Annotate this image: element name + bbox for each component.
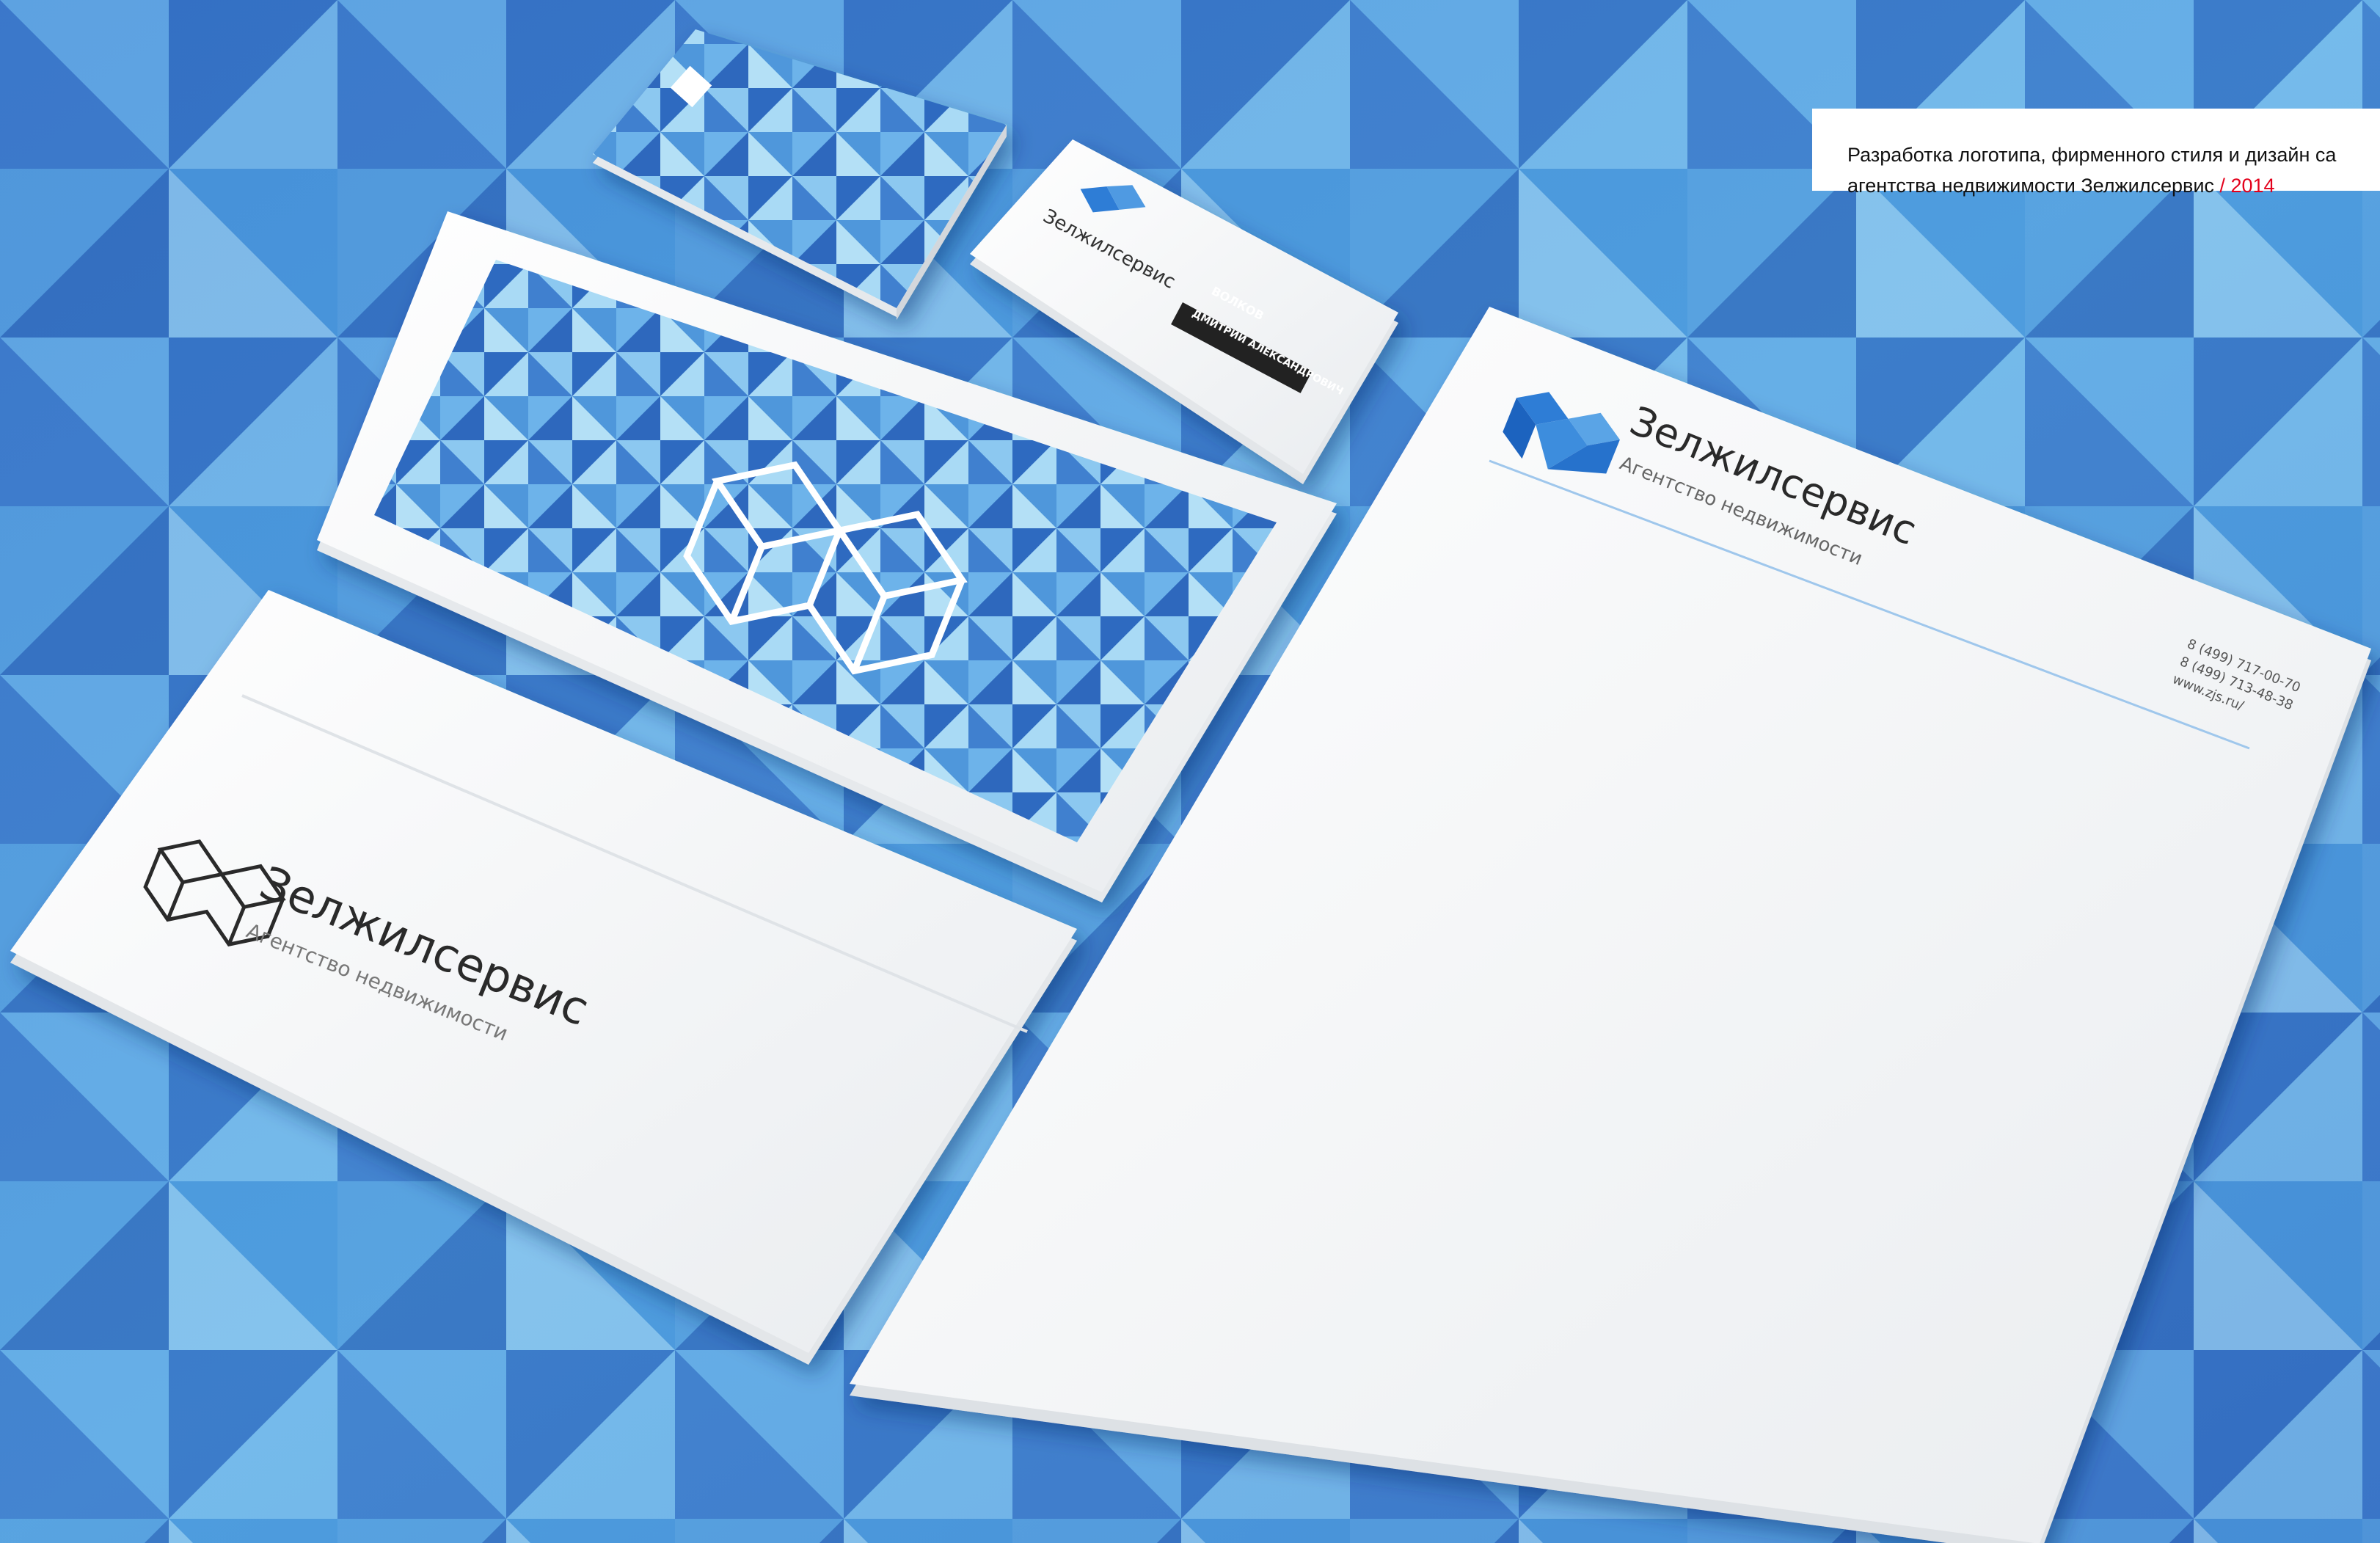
caption-separator: / <box>2213 175 2231 197</box>
project-caption-panel: Разработка логотипа, фирменного стиля и … <box>1812 109 2380 197</box>
project-caption: Разработка логотипа, фирменного стиля и … <box>1847 139 2380 201</box>
caption-line-2: агентства недвижимости Зелжилсервис <box>1847 175 2214 197</box>
caption-line-1: Разработка логотипа, фирменного стиля и … <box>1847 144 2337 166</box>
caption-year: 2014 <box>2230 175 2275 197</box>
stationery-mockup-scene: Зелжилсервис ВОЛКОВ ДМИТРИЙ АЛЕКСАНДРОВИ… <box>0 0 2380 1543</box>
